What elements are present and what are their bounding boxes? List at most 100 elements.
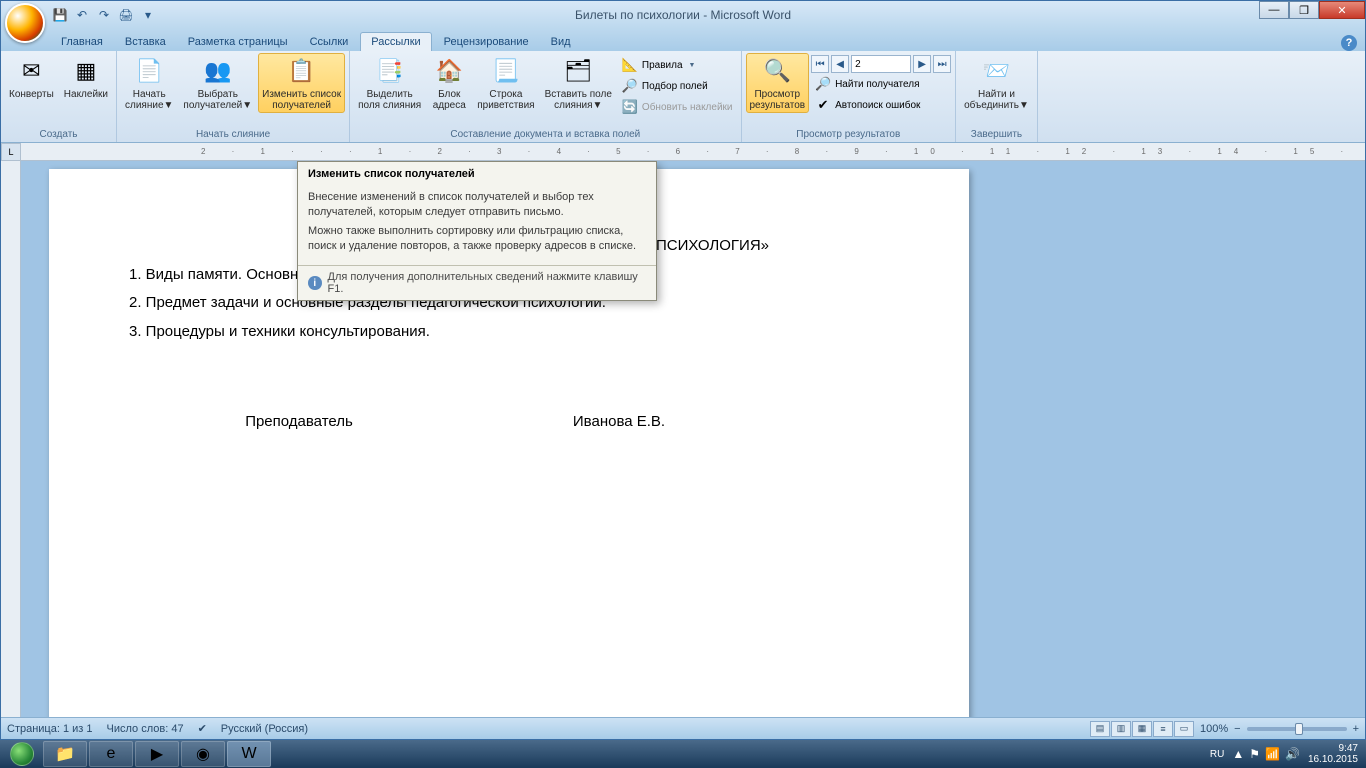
- view-web-layout[interactable]: ▦: [1132, 721, 1152, 737]
- labels-button[interactable]: ▦ Наклейки: [60, 53, 112, 102]
- taskbar-media-player[interactable]: ▶: [135, 741, 179, 767]
- preview-results-button[interactable]: 🔍 Просмотррезультатов: [746, 53, 810, 113]
- tray-clock[interactable]: 9:47 16.10.2015: [1308, 743, 1358, 765]
- save-icon[interactable]: 💾: [51, 6, 69, 24]
- greeting-icon: 📃: [490, 55, 522, 87]
- zoom-slider[interactable]: [1247, 727, 1347, 731]
- horizontal-ruler[interactable]: 2 · 1 · · · 1 · 2 · 3 · 4 · 5 · 6 · 7 · …: [21, 143, 1365, 161]
- tab-review[interactable]: Рецензирование: [434, 33, 539, 51]
- signature-name: Иванова Е.В.: [469, 413, 769, 430]
- first-record-button[interactable]: ⏮: [811, 55, 829, 73]
- windows-taskbar: 📁 e ▶ ◉ W RU ▲ ⚑ 📶 🔊 9:47 16.10.2015: [0, 740, 1366, 768]
- tray-volume-icon[interactable]: 🔊: [1285, 747, 1300, 761]
- finish-merge-button[interactable]: 📨 Найти иобъединить▼: [960, 53, 1033, 113]
- tray-network-icon[interactable]: 📶: [1265, 747, 1280, 761]
- tooltip-edit-recipients: Изменить список получателей Внесение изм…: [297, 161, 657, 301]
- tab-view[interactable]: Вид: [541, 33, 581, 51]
- tab-insert[interactable]: Вставка: [115, 33, 176, 51]
- edit-recipients-button[interactable]: 📋 Изменить списокполучателей: [258, 53, 345, 113]
- tooltip-paragraph: Можно также выполнить сортировку или фил…: [308, 224, 646, 254]
- status-page[interactable]: Страница: 1 из 1: [7, 723, 93, 735]
- ribbon-group-create: ✉ Конверты ▦ Наклейки Создать: [1, 51, 117, 142]
- window-controls: — ❐ ✕: [1259, 1, 1365, 19]
- close-button[interactable]: ✕: [1319, 1, 1365, 19]
- tooltip-title: Изменить список получателей: [298, 162, 656, 183]
- rules-button[interactable]: 📐Правила▼: [618, 55, 737, 75]
- select-recipients-button[interactable]: 👥 Выбратьполучателей▼: [179, 53, 256, 113]
- ribbon-group-finish: 📨 Найти иобъединить▼ Завершить: [956, 51, 1038, 142]
- tray-language[interactable]: RU: [1210, 749, 1224, 760]
- tab-page-layout[interactable]: Разметка страницы: [178, 33, 298, 51]
- window-title: Билеты по психологии - Microsoft Word: [575, 8, 791, 22]
- last-record-button[interactable]: ⏭: [933, 55, 951, 73]
- greeting-line-button[interactable]: 📃 Строкаприветствия: [473, 53, 538, 113]
- taskbar-ie[interactable]: e: [89, 741, 133, 767]
- zoom-out-button[interactable]: −: [1234, 723, 1240, 735]
- zoom-level[interactable]: 100%: [1200, 723, 1228, 735]
- maximize-button[interactable]: ❐: [1289, 1, 1319, 19]
- minimize-button[interactable]: —: [1259, 1, 1289, 19]
- match-fields-button[interactable]: 🔎Подбор полей: [618, 76, 737, 96]
- taskbar-chrome[interactable]: ◉: [181, 741, 225, 767]
- redo-icon[interactable]: ↷: [95, 6, 113, 24]
- taskbar-word[interactable]: W: [227, 741, 271, 767]
- office-button[interactable]: [5, 3, 45, 43]
- document-icon: 📄: [133, 55, 165, 87]
- preview-icon: 🔍: [761, 55, 793, 87]
- status-bar: Страница: 1 из 1 Число слов: 47 ✔ Русски…: [1, 717, 1365, 739]
- titlebar: 💾 ↶ ↷ 🖨 ▾ Билеты по психологии - Microso…: [1, 1, 1365, 29]
- tray-flag-icon[interactable]: ▲: [1232, 747, 1244, 761]
- help-button[interactable]: ?: [1341, 35, 1357, 51]
- qat-dropdown-icon[interactable]: ▾: [139, 6, 157, 24]
- status-word-count[interactable]: Число слов: 47: [107, 723, 184, 735]
- next-record-button[interactable]: ▶: [913, 55, 931, 73]
- vertical-ruler[interactable]: [1, 161, 21, 717]
- undo-icon[interactable]: ↶: [73, 6, 91, 24]
- prev-record-button[interactable]: ◀: [831, 55, 849, 73]
- tray-action-center-icon[interactable]: ⚑: [1249, 747, 1260, 761]
- status-proofing-icon[interactable]: ✔: [198, 722, 207, 735]
- envelopes-button[interactable]: ✉ Конверты: [5, 53, 58, 102]
- system-tray: RU ▲ ⚑ 📶 🔊 9:47 16.10.2015: [1210, 743, 1364, 765]
- ribbon-group-start-merge: 📄 Начатьслияние▼ 👥 Выбратьполучателей▼ 📋…: [117, 51, 350, 142]
- edit-list-icon: 📋: [286, 55, 318, 87]
- tooltip-help-text: Для получения дополнительных сведений на…: [328, 271, 646, 295]
- update-icon: 🔄: [622, 99, 638, 115]
- find-icon: 🔎: [815, 76, 831, 92]
- highlight-icon: 📑: [374, 55, 406, 87]
- doc-line: 3. Процедуры и техники консультирования.: [129, 321, 889, 344]
- view-draft[interactable]: ▭: [1174, 721, 1194, 737]
- update-labels-button: 🔄Обновить наклейки: [618, 97, 737, 117]
- record-navigator: ⏮ ◀ ▶ ⏭: [811, 55, 951, 73]
- start-button[interactable]: [2, 740, 42, 768]
- view-full-screen[interactable]: ▥: [1111, 721, 1131, 737]
- address-icon: 🏠: [433, 55, 465, 87]
- tooltip-paragraph: Внесение изменений в список получателей …: [308, 190, 646, 220]
- rules-icon: 📐: [622, 57, 638, 73]
- view-print-layout[interactable]: ▤: [1090, 721, 1110, 737]
- print-preview-icon[interactable]: 🖨: [117, 6, 135, 24]
- check-icon: ✔: [815, 97, 831, 113]
- tab-home[interactable]: Главная: [51, 33, 113, 51]
- ribbon-group-write-insert: 📑 Выделитьполя слияния 🏠 Блокадреса 📃 Ст…: [350, 51, 741, 142]
- insert-field-button[interactable]: 🗂 Вставить полеслияния▼: [541, 53, 616, 113]
- address-block-button[interactable]: 🏠 Блокадреса: [427, 53, 471, 113]
- ribbon-group-preview: 🔍 Просмотррезультатов ⏮ ◀ ▶ ⏭ 🔎Найти пол…: [742, 51, 957, 142]
- start-merge-button[interactable]: 📄 Начатьслияние▼: [121, 53, 177, 113]
- find-recipient-button[interactable]: 🔎Найти получателя: [811, 74, 951, 94]
- taskbar-explorer[interactable]: 📁: [43, 741, 87, 767]
- status-language[interactable]: Русский (Россия): [221, 723, 308, 735]
- ribbon: ✉ Конверты ▦ Наклейки Создать 📄 Начатьсл…: [1, 51, 1365, 143]
- zoom-in-button[interactable]: +: [1353, 723, 1359, 735]
- record-number-input[interactable]: [851, 55, 911, 73]
- labels-icon: ▦: [70, 55, 102, 87]
- view-outline[interactable]: ≡: [1153, 721, 1173, 737]
- info-icon: i: [308, 276, 322, 290]
- quick-access-toolbar: 💾 ↶ ↷ 🖨 ▾: [51, 6, 157, 24]
- tab-references[interactable]: Ссылки: [300, 33, 359, 51]
- auto-check-button[interactable]: ✔Автопоиск ошибок: [811, 95, 951, 115]
- tab-mailings[interactable]: Рассылки: [360, 32, 431, 51]
- envelope-icon: ✉: [15, 55, 47, 87]
- highlight-fields-button[interactable]: 📑 Выделитьполя слияния: [354, 53, 425, 113]
- finish-icon: 📨: [980, 55, 1012, 87]
